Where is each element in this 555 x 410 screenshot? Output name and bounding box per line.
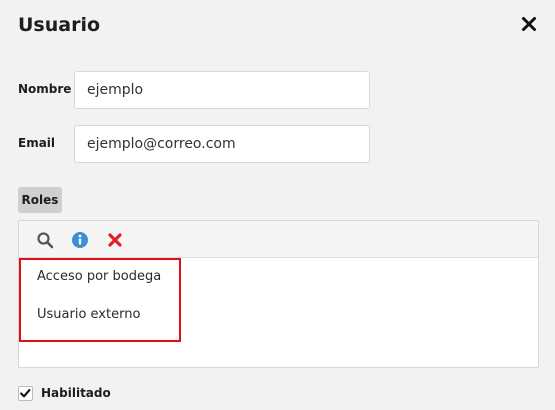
- role-item-usuario-externo[interactable]: Usuario externo: [37, 307, 140, 322]
- role-item-acceso-por-bodega[interactable]: Acceso por bodega: [37, 269, 161, 284]
- checkmark-icon: [20, 388, 31, 398]
- delete-icon[interactable]: [106, 231, 124, 249]
- roles-list: Acceso por bodega Usuario externo: [19, 258, 181, 342]
- enabled-label: Habilitado: [41, 386, 111, 400]
- close-icon[interactable]: [521, 16, 537, 32]
- name-input[interactable]: [74, 71, 370, 109]
- dialog-title: Usuario: [18, 14, 101, 36]
- enabled-checkbox[interactable]: [18, 386, 33, 401]
- email-input[interactable]: [74, 125, 370, 163]
- name-label: Nombre: [18, 82, 72, 96]
- roles-toolbar: [19, 221, 538, 258]
- roles-panel: Acceso por bodega Usuario externo: [18, 220, 539, 368]
- info-icon[interactable]: [71, 231, 89, 249]
- roles-section-label: Roles: [18, 187, 62, 213]
- search-icon[interactable]: [36, 231, 54, 249]
- email-label: Email: [18, 136, 56, 150]
